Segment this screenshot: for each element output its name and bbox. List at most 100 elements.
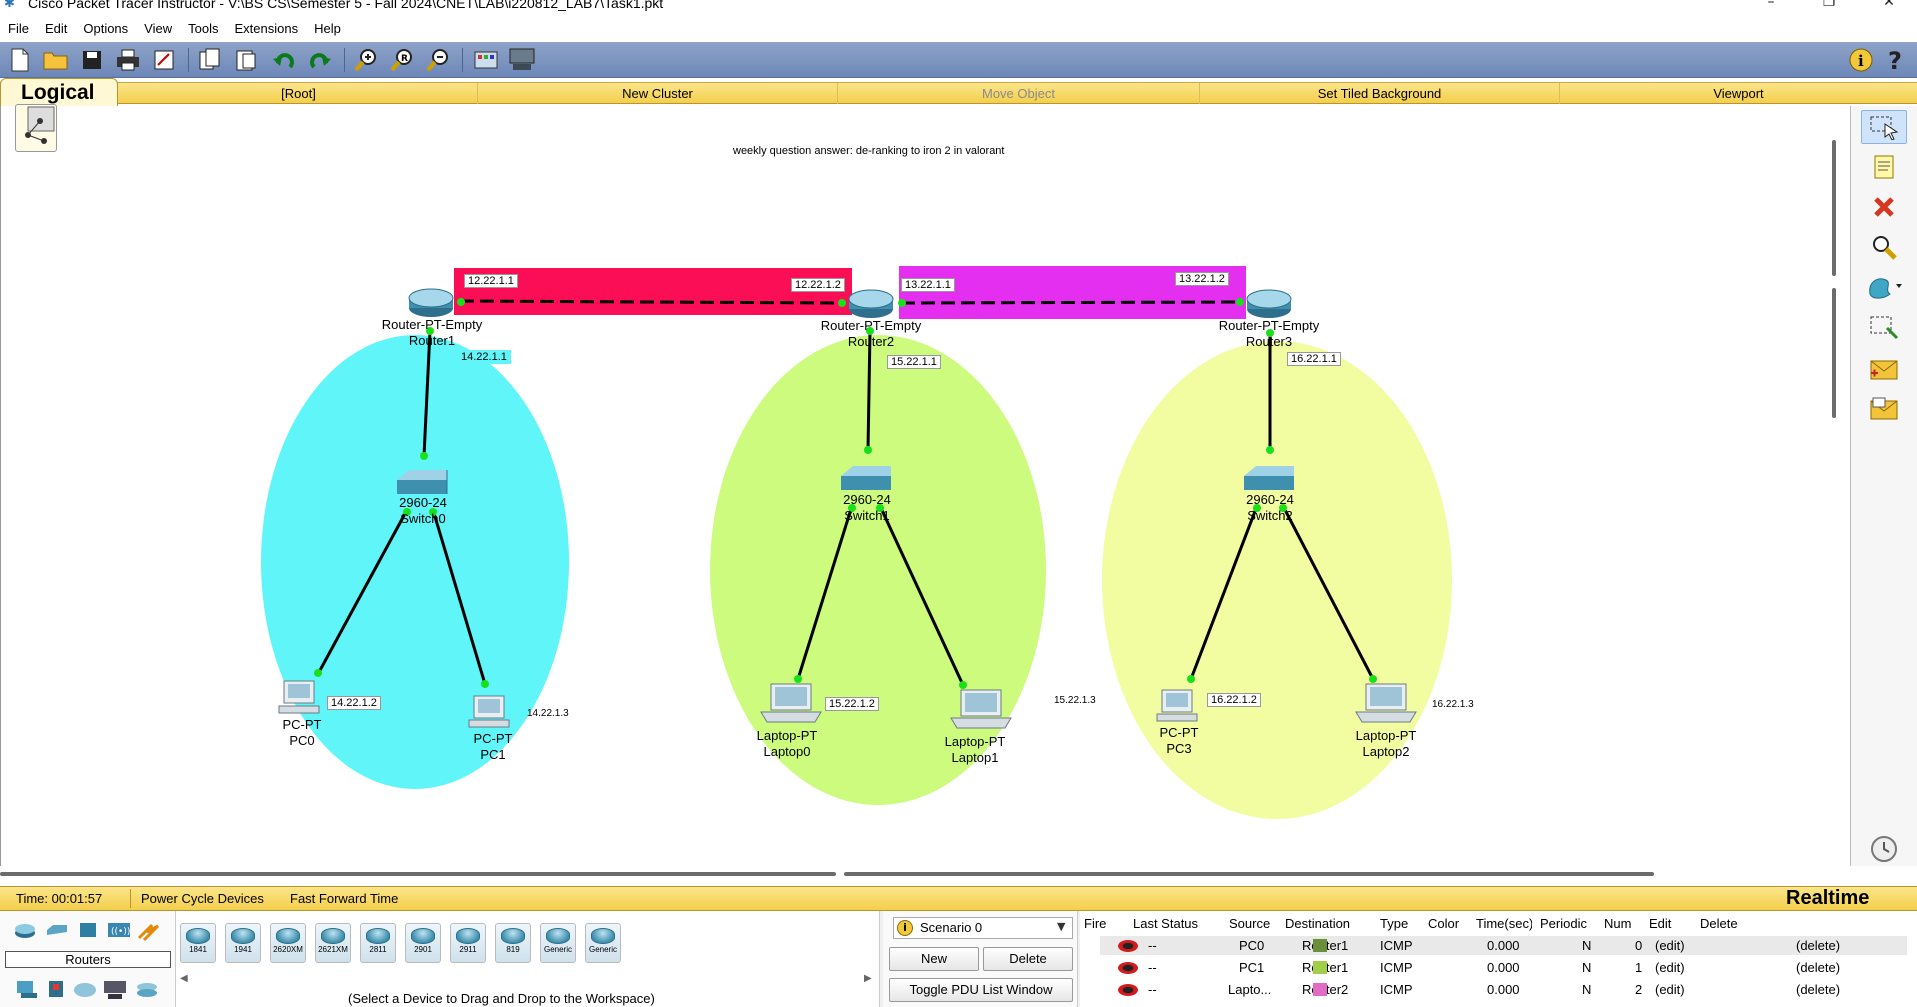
custom-devices-category-icon[interactable]: [102, 979, 128, 1001]
device-label[interactable]: Router-PT-Empty Router3: [1219, 318, 1319, 350]
fire-pdu-icon[interactable]: [1118, 984, 1138, 996]
new-file-icon[interactable]: [6, 47, 34, 73]
scroll-right-icon[interactable]: ▶: [864, 973, 872, 984]
restore-button[interactable]: ❐: [1814, 0, 1844, 10]
wireless-category-icon[interactable]: ((•)): [106, 920, 132, 942]
help-icon[interactable]: ?: [1882, 47, 1910, 73]
print-icon[interactable]: [114, 47, 142, 73]
info-icon[interactable]: i: [1847, 47, 1875, 73]
open-folder-icon[interactable]: [42, 47, 70, 73]
custom-device-icon[interactable]: [508, 47, 536, 73]
menu-help[interactable]: Help: [306, 18, 349, 36]
scroll-left-icon[interactable]: ◀: [180, 973, 188, 984]
device-model-1941[interactable]: 1941: [225, 923, 261, 963]
device-model-2621xm[interactable]: 2621XM: [315, 923, 351, 963]
device-model-2901[interactable]: 2901: [405, 923, 441, 963]
pdu-edit-link[interactable]: (edit): [1655, 960, 1685, 975]
move-object-button[interactable]: Move Object: [838, 83, 1200, 104]
switches-category-icon[interactable]: [44, 920, 70, 942]
pdu-row[interactable]: -- PC0 Router1 ICMP 0.000 N 0 (edit) (de…: [1100, 936, 1907, 955]
routers-category-icon[interactable]: [12, 920, 38, 942]
device-model-generic[interactable]: Generic: [585, 923, 621, 963]
new-scenario-button[interactable]: New: [889, 947, 979, 971]
menu-extensions[interactable]: Extensions: [226, 18, 306, 36]
logical-workspace[interactable]: weekly question answer: de-ranking to ir…: [0, 104, 1838, 866]
paste-icon[interactable]: [232, 47, 260, 73]
device-label[interactable]: Laptop-PT Laptop2: [1356, 728, 1417, 760]
minimize-button[interactable]: –: [1756, 0, 1786, 10]
palette-icon[interactable]: [472, 47, 500, 73]
save-icon[interactable]: [78, 47, 106, 73]
pdu-delete-link[interactable]: (delete): [1796, 982, 1840, 997]
device-label[interactable]: Router-PT-Empty Router1: [382, 317, 482, 349]
menu-view[interactable]: View: [136, 18, 180, 36]
realtime-mode-label[interactable]: Realtime: [1786, 887, 1869, 910]
device-model-2911[interactable]: 2911: [450, 923, 486, 963]
toggle-pdu-list-button[interactable]: Toggle PDU List Window: [889, 978, 1073, 1002]
device-label[interactable]: 2960-24 Switch0: [399, 495, 447, 527]
delete-tool-icon[interactable]: [1861, 190, 1907, 224]
scenario-info-icon[interactable]: i: [897, 920, 913, 936]
inspect-tool-icon[interactable]: [1861, 230, 1907, 264]
select-tool-icon[interactable]: [1861, 110, 1907, 144]
vertical-scrollbar[interactable]: [1830, 140, 1838, 418]
pdu-row[interactable]: -- Lapto... Router2 ICMP 0.000 N 2 (edit…: [1100, 980, 1907, 999]
device-label[interactable]: 2960-24 Switch2: [1246, 492, 1294, 524]
viewport-button[interactable]: Viewport: [1560, 83, 1917, 104]
close-window-button[interactable]: ✕: [1874, 0, 1904, 10]
pdu-delete-link[interactable]: (delete): [1796, 938, 1840, 953]
device-model-2620xm[interactable]: 2620XM: [270, 923, 306, 963]
end-devices-category-icon[interactable]: [14, 979, 40, 1001]
connections-category-icon[interactable]: [136, 920, 162, 942]
add-complex-pdu-icon[interactable]: [1861, 392, 1907, 426]
note-tool-icon[interactable]: [1861, 150, 1907, 184]
zoom-reset-icon[interactable]: R: [388, 47, 416, 73]
root-breadcrumb[interactable]: [Root]: [120, 83, 478, 104]
set-tiled-background-button[interactable]: Set Tiled Background: [1200, 83, 1560, 104]
pdu-row[interactable]: -- PC1 Router1 ICMP 0.000 N 1 (edit) (de…: [1100, 958, 1907, 977]
device-model-1841[interactable]: 1841: [180, 923, 216, 963]
device-label[interactable]: PC-PT PC0: [283, 717, 322, 749]
redo-icon[interactable]: [306, 47, 334, 73]
delete-scenario-button[interactable]: Delete: [983, 947, 1073, 971]
add-simple-pdu-icon[interactable]: [1861, 352, 1907, 386]
power-cycle-devices-button[interactable]: Power Cycle Devices: [141, 891, 264, 906]
menu-edit[interactable]: Edit: [37, 18, 75, 36]
components-category-icon[interactable]: [44, 979, 70, 1001]
resize-shape-tool-icon[interactable]: [1861, 310, 1907, 344]
copy-icon[interactable]: [196, 47, 224, 73]
hubs-category-icon[interactable]: [76, 920, 102, 942]
zoom-out-icon[interactable]: [424, 47, 452, 73]
realtime-clock-icon[interactable]: [1861, 832, 1907, 866]
chevron-down-icon[interactable]: ▼: [1057, 920, 1065, 933]
undo-icon[interactable]: [270, 47, 298, 73]
device-model-2811[interactable]: 2811: [360, 923, 396, 963]
fire-pdu-icon[interactable]: [1118, 962, 1138, 974]
device-label[interactable]: PC-PT PC3: [1160, 725, 1199, 757]
menu-options[interactable]: Options: [75, 18, 136, 36]
device-label[interactable]: Router-PT-Empty Router2: [821, 318, 921, 350]
device-model-819[interactable]: 819: [495, 923, 531, 963]
device-label[interactable]: Laptop-PT Laptop1: [945, 734, 1006, 766]
fast-forward-time-button[interactable]: Fast Forward Time: [290, 891, 398, 906]
new-cluster-button[interactable]: New Cluster: [478, 83, 838, 104]
device-label[interactable]: Laptop-PT Laptop0: [757, 728, 818, 760]
scenario-select[interactable]: Scenario 0: [893, 917, 1073, 939]
menu-tools[interactable]: Tools: [180, 18, 226, 36]
device-label[interactable]: 2960-24 Switch1: [843, 492, 891, 524]
menu-file[interactable]: File: [0, 18, 37, 36]
link-label-r2-r3-right: 13.22.1.2: [1175, 272, 1229, 286]
pdu-edit-link[interactable]: (edit): [1655, 982, 1685, 997]
draw-shape-tool-icon[interactable]: [1861, 270, 1907, 304]
zoom-in-icon[interactable]: [352, 47, 380, 73]
logical-view-icon[interactable]: [15, 104, 57, 152]
activity-wizard-icon[interactable]: [150, 47, 178, 73]
device-model-generic[interactable]: Generic: [540, 923, 576, 963]
fire-pdu-icon[interactable]: [1118, 940, 1138, 952]
wan-emulation-category-icon[interactable]: [72, 979, 98, 1001]
horizontal-scrollbar[interactable]: [0, 870, 1838, 878]
pdu-delete-link[interactable]: (delete): [1796, 960, 1840, 975]
device-label[interactable]: PC-PT PC1: [474, 731, 513, 763]
multiuser-category-icon[interactable]: [134, 979, 160, 1001]
pdu-edit-link[interactable]: (edit): [1655, 938, 1685, 953]
